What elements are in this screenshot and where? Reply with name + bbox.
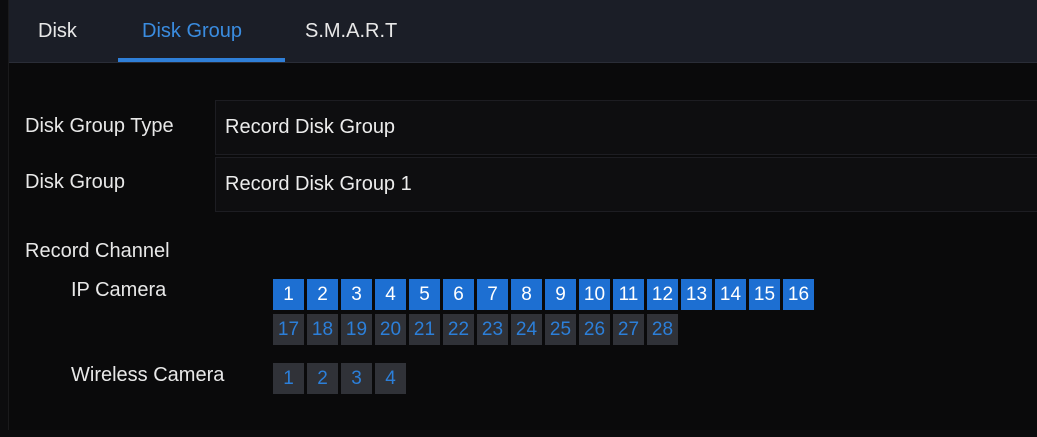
wireless-camera-label: Wireless Camera: [71, 364, 225, 386]
tab-disk-group[interactable]: Disk Group: [142, 0, 242, 62]
record-channel-label: Record Channel: [25, 240, 170, 262]
wireless-channel-checkbox-4[interactable]: 4: [375, 363, 406, 394]
ip-channel-checkbox-28[interactable]: 28: [647, 314, 678, 345]
ip-camera-label: IP Camera: [71, 279, 167, 301]
ip-channel-checkbox-21[interactable]: 21: [409, 314, 440, 345]
disk-group-select[interactable]: Record Disk Group 1: [215, 157, 1037, 212]
tab-bar: Disk Disk Group S.M.A.R.T: [9, 0, 1037, 63]
ip-channel-checkbox-18[interactable]: 18: [307, 314, 338, 345]
wireless-channel-checkbox-3[interactable]: 3: [341, 363, 372, 394]
ip-channel-checkbox-7[interactable]: 7: [477, 279, 508, 310]
ip-channel-checkbox-27[interactable]: 27: [613, 314, 644, 345]
ip-channel-checkbox-4[interactable]: 4: [375, 279, 406, 310]
tab-smart[interactable]: S.M.A.R.T: [305, 0, 397, 62]
disk-group-type-label: Disk Group Type: [25, 115, 174, 137]
wireless-camera-channels: 1234: [273, 363, 406, 394]
ip-channel-checkbox-15[interactable]: 15: [749, 279, 780, 310]
disk-group-label: Disk Group: [25, 171, 126, 193]
ip-channel-checkbox-26[interactable]: 26: [579, 314, 610, 345]
ip-channel-checkbox-12[interactable]: 12: [647, 279, 678, 310]
ip-channel-checkbox-3[interactable]: 3: [341, 279, 372, 310]
ip-channel-checkbox-10[interactable]: 10: [579, 279, 610, 310]
ip-channel-checkbox-14[interactable]: 14: [715, 279, 746, 310]
ip-channel-checkbox-9[interactable]: 9: [545, 279, 576, 310]
ip-channel-checkbox-2[interactable]: 2: [307, 279, 338, 310]
ip-channel-checkbox-24[interactable]: 24: [511, 314, 542, 345]
ip-channel-checkbox-17[interactable]: 17: [273, 314, 304, 345]
disk-group-panel: Disk Disk Group S.M.A.R.T Disk Group Typ…: [8, 0, 1037, 430]
ip-channel-checkbox-1[interactable]: 1: [273, 279, 304, 310]
ip-channel-checkbox-6[interactable]: 6: [443, 279, 474, 310]
ip-channel-checkbox-20[interactable]: 20: [375, 314, 406, 345]
ip-channel-checkbox-16[interactable]: 16: [783, 279, 814, 310]
ip-channel-checkbox-23[interactable]: 23: [477, 314, 508, 345]
ip-channel-checkbox-25[interactable]: 25: [545, 314, 576, 345]
ip-channel-checkbox-11[interactable]: 11: [613, 279, 644, 310]
ip-camera-channels-row-2: 17 18 19 20 21 22 23 24 25 26 27 28: [273, 314, 678, 345]
wireless-channel-checkbox-1[interactable]: 1: [273, 363, 304, 394]
ip-channel-checkbox-8[interactable]: 8: [511, 279, 542, 310]
disk-group-type-select[interactable]: Record Disk Group: [215, 100, 1037, 155]
disk-group-value: Record Disk Group 1: [225, 173, 412, 195]
ip-camera-channels-row-1: 1 2 3 4 5 6 7 8 9 10 11 12 13 14 15 16: [273, 279, 814, 310]
ip-channel-checkbox-19[interactable]: 19: [341, 314, 372, 345]
active-tab-indicator: [118, 58, 285, 62]
ip-channel-checkbox-5[interactable]: 5: [409, 279, 440, 310]
tab-disk[interactable]: Disk: [38, 0, 77, 62]
ip-channel-checkbox-13[interactable]: 13: [681, 279, 712, 310]
wireless-channel-checkbox-2[interactable]: 2: [307, 363, 338, 394]
ip-channel-checkbox-22[interactable]: 22: [443, 314, 474, 345]
disk-group-type-value: Record Disk Group: [225, 116, 396, 138]
